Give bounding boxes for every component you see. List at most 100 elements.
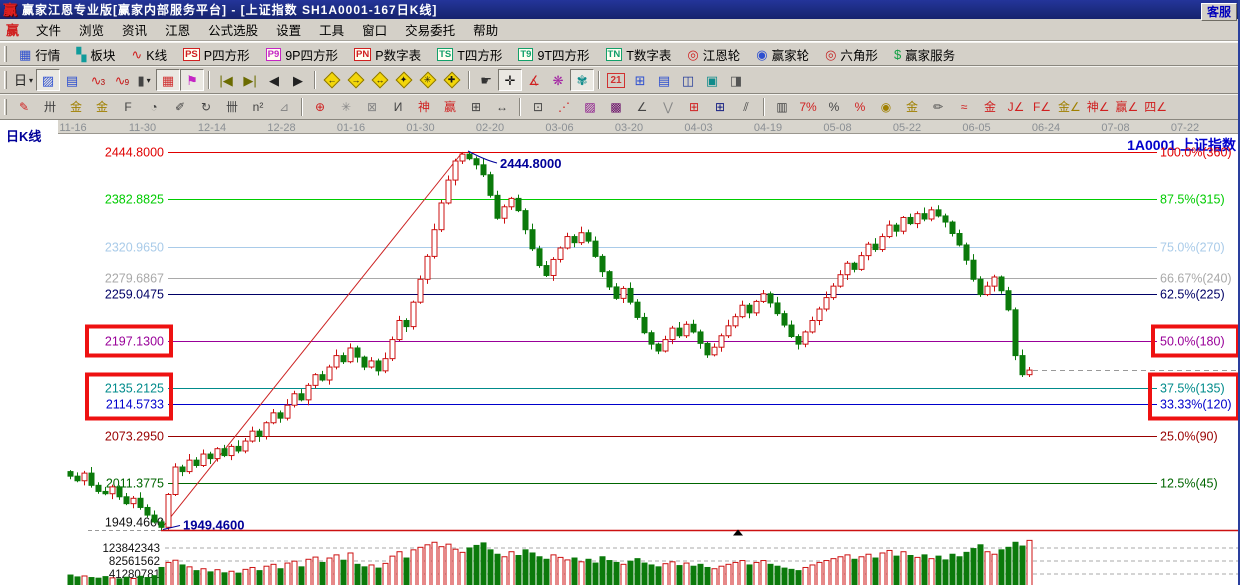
zoom-plus-diamond[interactable]: ✚ xyxy=(440,69,464,91)
prev-bar-button[interactable]: ◀ xyxy=(262,69,286,91)
zoom-star-diamond[interactable]: ✦ xyxy=(392,69,416,91)
square-web-tool[interactable]: ⊠ xyxy=(359,96,385,118)
period-day-button[interactable]: 日▾ xyxy=(11,69,36,91)
sectors-button[interactable]: ▚板块 xyxy=(68,43,123,65)
percent-plain-tool[interactable]: % xyxy=(821,96,847,118)
t-square-button[interactable]: TST四方形 xyxy=(429,43,510,65)
menu-window[interactable]: 窗口 xyxy=(353,18,396,41)
f-square-tool[interactable]: F xyxy=(115,96,141,118)
ying-angle-tool[interactable]: 赢∠ xyxy=(1113,96,1142,118)
kline-chart[interactable]: 12384234382561562412807812444.8000100.0%… xyxy=(0,120,1240,585)
candle-style-button[interactable]: ▮▾ xyxy=(132,69,156,91)
zoom-right-diamond[interactable]: → xyxy=(344,69,368,91)
percent-table-tool[interactable]: ▥ xyxy=(769,96,795,118)
star-web-tool[interactable]: ✳ xyxy=(333,96,359,118)
flag-chart-button[interactable]: ⚑ xyxy=(180,69,204,91)
v-wave-tool[interactable]: ⋁ xyxy=(655,96,681,118)
calculator-button[interactable]: ⊞ xyxy=(628,69,652,91)
spiral-tool-button[interactable]: ❋ xyxy=(546,69,570,91)
draw-pen-tool[interactable]: ✎ xyxy=(11,96,37,118)
shen-angle-tool[interactable]: 神∠ xyxy=(1084,96,1113,118)
quarter-circle-tool[interactable]: ◔ xyxy=(141,96,167,118)
zoom-left-diamond[interactable]: ← xyxy=(320,69,344,91)
wave-3-button[interactable]: ∿3 xyxy=(84,69,108,91)
width-measure-tool[interactable]: ↔ xyxy=(489,96,515,118)
remote-pc-button[interactable]: ▣ xyxy=(700,69,724,91)
shen-square-tool[interactable]: 神 xyxy=(411,96,437,118)
menu-file[interactable]: 文件 xyxy=(27,18,70,41)
pattern-map-button[interactable]: ▦ xyxy=(156,69,180,91)
menu-formula-select[interactable]: 公式选股 xyxy=(199,18,267,41)
j-angle-tool[interactable]: J∠ xyxy=(1003,96,1029,118)
p-number-table-button[interactable]: PNP数字表 xyxy=(346,43,429,65)
percent-seven-tool[interactable]: 7% xyxy=(795,96,821,118)
next-bar-button[interactable]: ▶ xyxy=(286,69,310,91)
parallel-lines-tool[interactable]: ⫽ xyxy=(733,96,759,118)
info-panel-icon: ▤ xyxy=(66,74,78,87)
gold-square-b-tool[interactable]: 金 xyxy=(89,96,115,118)
goto-first-button[interactable]: |◀ xyxy=(214,69,238,91)
t-number-table-button[interactable]: TNT数字表 xyxy=(598,43,680,65)
fan-square-dark-tool[interactable]: ▩ xyxy=(603,96,629,118)
gold-level-red-tool[interactable]: 金 xyxy=(977,96,1003,118)
hexagon-button[interactable]: ◎六角形 xyxy=(817,43,886,65)
zoom-burst-diamond[interactable]: ✳ xyxy=(416,69,440,91)
f-angle-tool[interactable]: F∠ xyxy=(1029,96,1055,118)
angle-ruler-tool[interactable]: ⊿ xyxy=(271,96,297,118)
percent-line-tool[interactable]: % xyxy=(847,96,873,118)
menu-help[interactable]: 帮助 xyxy=(464,18,507,41)
gold-angle-tool[interactable]: 金∠ xyxy=(1055,96,1084,118)
info-panel-button[interactable]: ▤ xyxy=(60,69,84,91)
hand-drag-button[interactable]: ☛ xyxy=(474,69,498,91)
gann-wheel-button[interactable]: ◎江恩轮 xyxy=(679,43,748,65)
nine-t-square-button[interactable]: T99T四方形 xyxy=(510,43,597,65)
menu-news[interactable]: 资讯 xyxy=(113,18,156,41)
angle-measure-button[interactable]: ∡ xyxy=(522,69,546,91)
menu-browse[interactable]: 浏览 xyxy=(70,18,113,41)
si-angle-tool[interactable]: 四∠ xyxy=(1141,96,1170,118)
gold-circle-tool[interactable]: ◉ xyxy=(873,96,899,118)
notes-button[interactable]: ▤ xyxy=(652,69,676,91)
target-circle-tool[interactable]: ⊕ xyxy=(307,96,333,118)
angle-lines-tool[interactable]: ∠ xyxy=(629,96,655,118)
kline-button[interactable]: ∿K线 xyxy=(123,43,175,65)
p-square-button[interactable]: PSP四方形 xyxy=(175,43,258,65)
frame-tool[interactable]: ⊡ xyxy=(525,96,551,118)
menu-settings[interactable]: 设置 xyxy=(267,18,310,41)
gold-wave-tool[interactable]: ≈ xyxy=(951,96,977,118)
grid-red-tool[interactable]: ⊞ xyxy=(681,96,707,118)
n-square-tool[interactable]: n² xyxy=(245,96,271,118)
grid-navy-tool[interactable]: ⊞ xyxy=(707,96,733,118)
goto-last-button[interactable]: ▶| xyxy=(238,69,262,91)
number-square-tool[interactable]: ⊞ xyxy=(463,96,489,118)
titlebar[interactable]: 赢 赢家江恩专业版[赢家内部服务平台] - [上证指数 SH1A0001-167… xyxy=(0,0,1240,19)
winner-service-button[interactable]: $赢家服务 xyxy=(886,43,963,65)
save-button[interactable]: ◫ xyxy=(676,69,700,91)
winner-wheel-button[interactable]: ◉赢家轮 xyxy=(748,43,817,65)
wave-9-button[interactable]: ∿9 xyxy=(108,69,132,91)
quotes-button[interactable]: ▦行情 xyxy=(11,43,68,65)
menu-trade-orders[interactable]: 交易委托 xyxy=(396,18,464,41)
menu-gann[interactable]: 江恩 xyxy=(156,18,199,41)
calendar-21-button[interactable]: 21 xyxy=(604,69,628,91)
pen-square-tool[interactable]: ✐ xyxy=(167,96,193,118)
k-notch-tool[interactable]: И xyxy=(385,96,411,118)
ying-square-tool[interactable]: 赢 xyxy=(437,96,463,118)
menu-tools[interactable]: 工具 xyxy=(310,18,353,41)
gold-level-icon: 金 xyxy=(906,101,918,114)
cycle-circle-tool[interactable]: ↻ xyxy=(193,96,219,118)
gann-lines-tool[interactable]: 卅 xyxy=(37,96,63,118)
customer-service-button[interactable]: 客服 xyxy=(1201,3,1237,21)
scale-lines-tool[interactable]: 卌 xyxy=(219,96,245,118)
red-fan-tool[interactable]: ⋰ xyxy=(551,96,577,118)
small-brush-tool[interactable]: ✏ xyxy=(925,96,951,118)
nine-p-square-button[interactable]: P99P四方形 xyxy=(258,43,346,65)
fan-square-tool[interactable]: ▨ xyxy=(577,96,603,118)
zoom-expand-diamond[interactable]: ↔ xyxy=(368,69,392,91)
brain-tool-button[interactable]: ✾ xyxy=(570,69,594,91)
chart-image-toggle[interactable]: ▨ xyxy=(36,69,60,91)
crosshair-button[interactable]: ✛ xyxy=(498,69,522,91)
gold-level-tool[interactable]: 金 xyxy=(899,96,925,118)
gold-square-a-tool[interactable]: 金 xyxy=(63,96,89,118)
local-pc-button[interactable]: ◨ xyxy=(724,69,748,91)
